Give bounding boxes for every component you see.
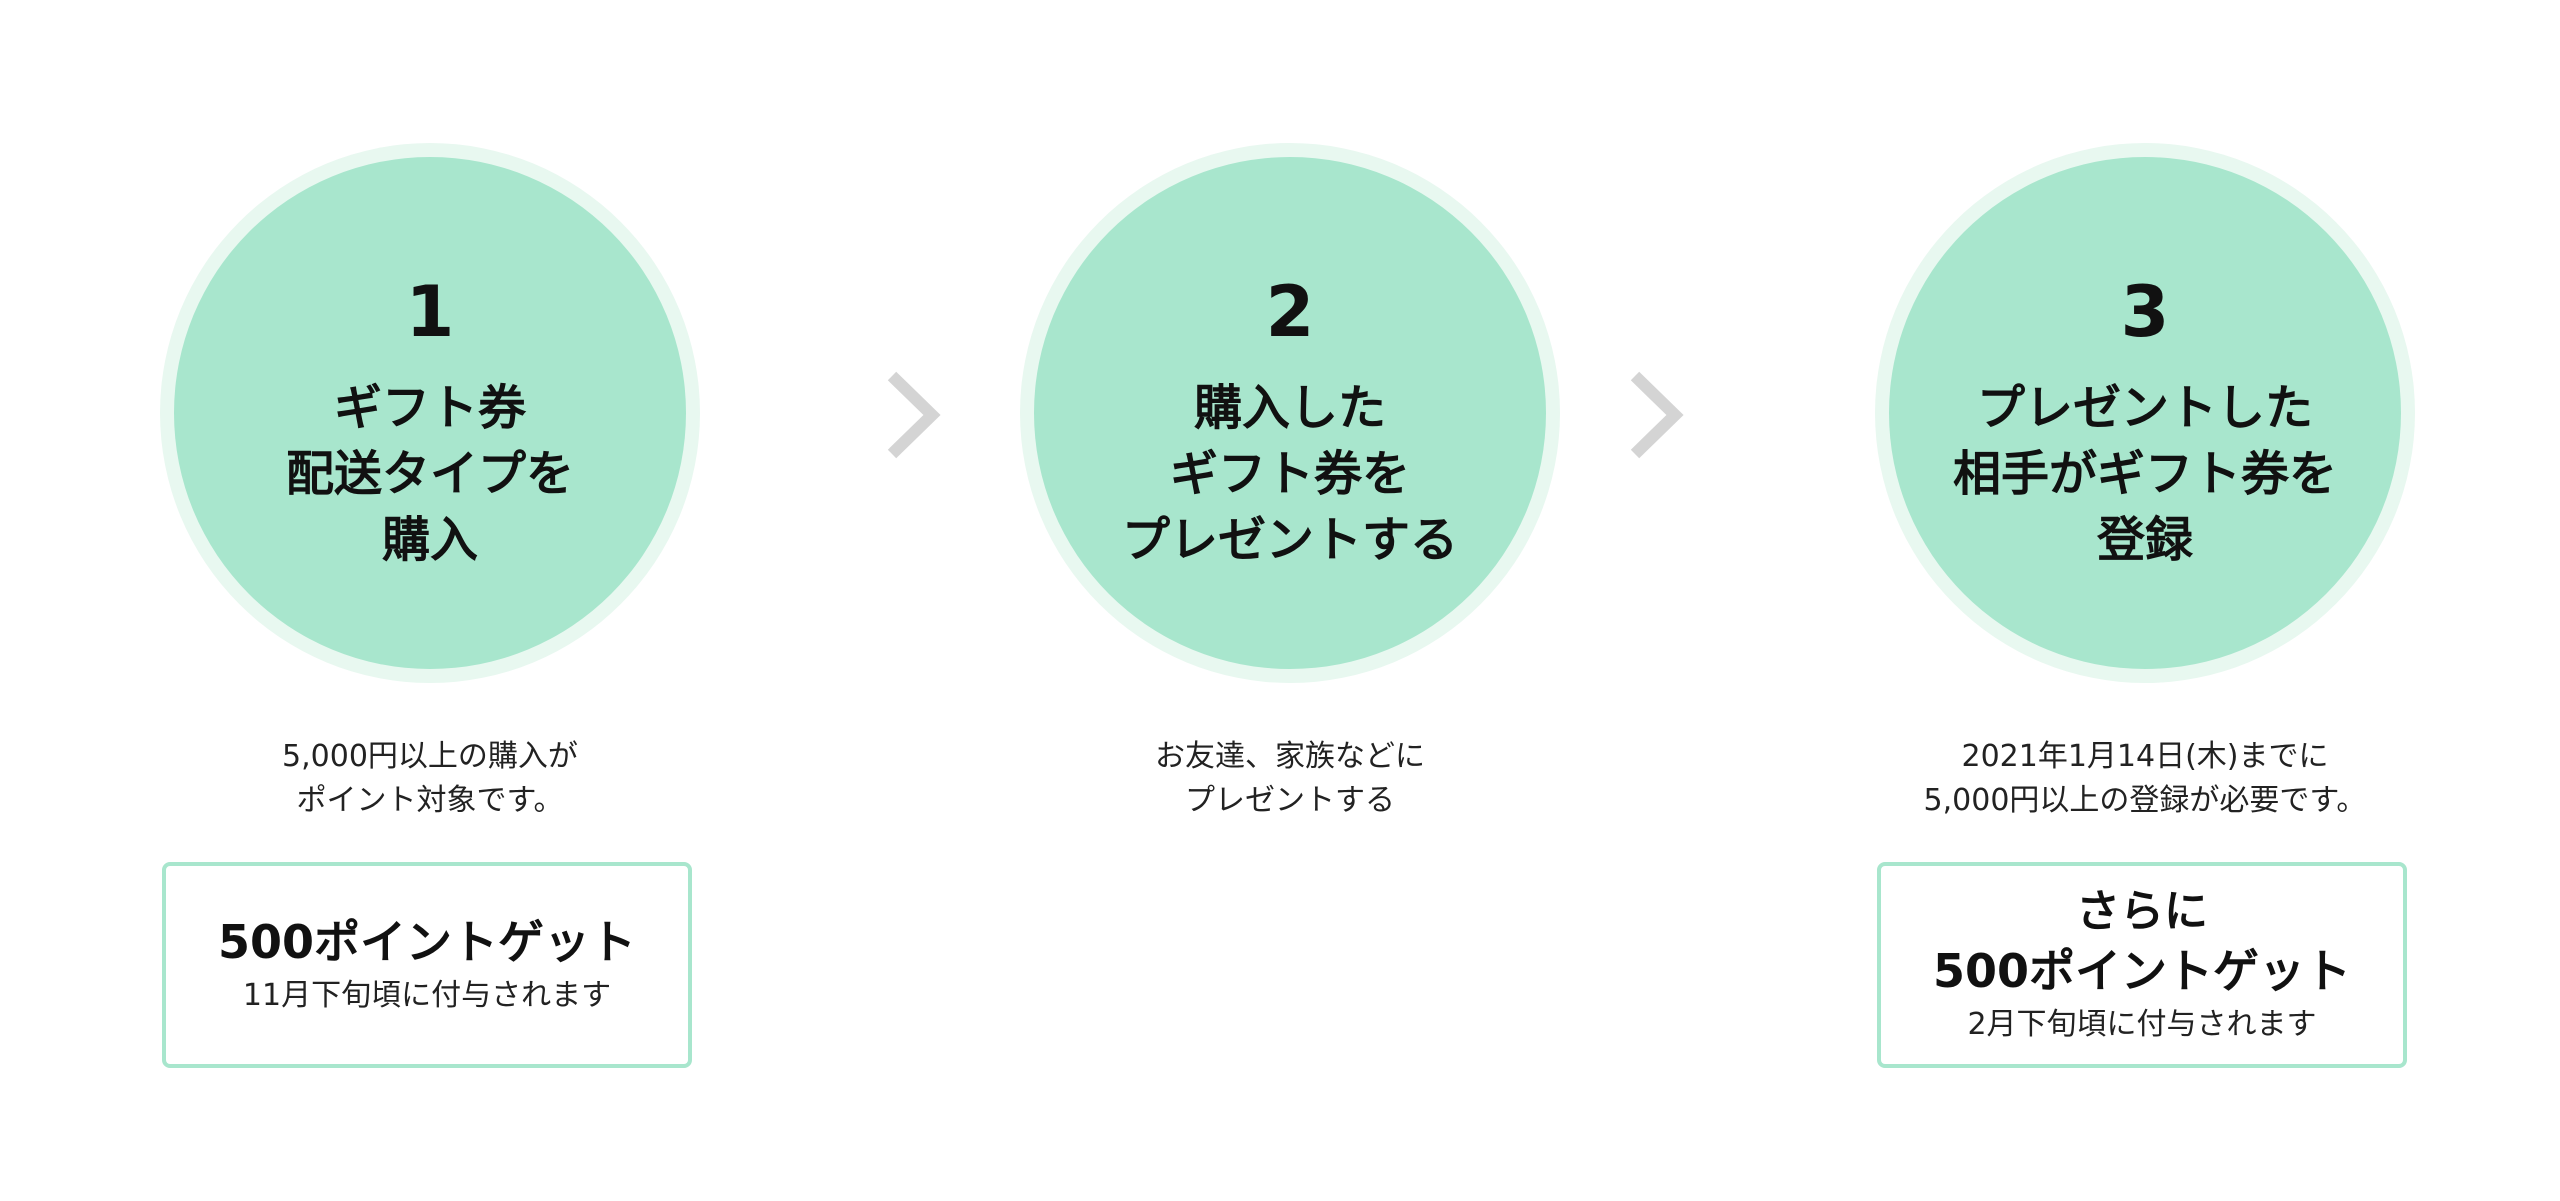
step-3-points-box: さらに 500ポイントゲット 2月下旬頃に付与されます: [1877, 862, 2407, 1068]
step-3-number: 3: [2120, 271, 2170, 353]
step-1-description: 5,000円以上の購入が ポイント対象です。: [160, 735, 700, 823]
step-2-description: お友達、家族などに プレゼントする: [1020, 735, 1560, 823]
step-1-title-line-2: 配送タイプを: [285, 446, 574, 502]
step-3-description: 2021年1月14日(木)までに 5,000円以上の登録が必要です。: [1875, 735, 2415, 823]
step-1-circle: 1 ギフト券 配送タイプを 購入: [174, 157, 686, 669]
step-2-circle-ring: 2 購入した ギフト券を プレゼントする: [1020, 143, 1560, 683]
step-2-number: 2: [1265, 271, 1315, 353]
step-3: 3 プレゼントした 相手がギフト券を 登録 2021年1月14日(木)までに 5…: [1875, 0, 2415, 1201]
step-1-points-note: 11月下旬頃に付与されます: [242, 978, 612, 1013]
step-3-desc-line-2: 5,000円以上の登録が必要です。: [1923, 783, 2367, 818]
step-2-desc-line-2: プレゼントする: [1185, 783, 1395, 818]
step-3-points-headline: 500ポイントゲット: [1932, 944, 2352, 998]
step-1-points-headline: 500ポイントゲット: [217, 915, 637, 969]
step-2: 2 購入した ギフト券を プレゼントする お友達、家族などに プレゼントする: [1020, 0, 1560, 1201]
step-2-title-line-1: 購入した: [1193, 380, 1386, 436]
step-3-points-prefix: さらに: [2076, 886, 2208, 937]
step-2-title-line-2: ギフト券を: [1169, 446, 1410, 502]
step-2-desc-line-1: お友達、家族などに: [1155, 739, 1425, 774]
step-3-title: プレゼントした 相手がギフト券を 登録: [1889, 375, 2401, 573]
step-2-title-line-3: プレゼントする: [1121, 512, 1458, 568]
step-3-circle: 3 プレゼントした 相手がギフト券を 登録: [1889, 157, 2401, 669]
step-3-title-line-3: 登録: [2096, 512, 2193, 568]
step-1-title-line-3: 購入: [381, 512, 478, 568]
step-1-points-box: 500ポイントゲット 11月下旬頃に付与されます: [162, 862, 692, 1068]
step-1: 1 ギフト券 配送タイプを 購入 5,000円以上の購入が ポイント対象です。 …: [160, 0, 700, 1201]
step-2-title: 購入した ギフト券を プレゼントする: [1034, 375, 1546, 573]
step-1-circle-ring: 1 ギフト券 配送タイプを 購入: [160, 143, 700, 683]
chevron-right-icon: [1630, 371, 1684, 459]
step-1-desc-line-2: ポイント対象です。: [296, 783, 564, 818]
step-3-circle-ring: 3 プレゼントした 相手がギフト券を 登録: [1875, 143, 2415, 683]
step-2-circle: 2 購入した ギフト券を プレゼントする: [1034, 157, 1546, 669]
chevron-right-icon: [887, 371, 941, 459]
step-1-number: 1: [405, 271, 455, 353]
step-3-title-line-1: プレゼントした: [1976, 380, 2313, 436]
step-1-desc-line-1: 5,000円以上の購入が: [282, 739, 578, 774]
step-1-title: ギフト券 配送タイプを 購入: [174, 375, 686, 573]
step-1-title-line-1: ギフト券: [333, 380, 526, 436]
step-3-points-note: 2月下旬頃に付与されます: [1967, 1007, 2317, 1042]
step-3-title-line-2: 相手がギフト券を: [1952, 446, 2337, 502]
step-3-desc-line-1: 2021年1月14日(木)までに: [1961, 739, 2329, 774]
